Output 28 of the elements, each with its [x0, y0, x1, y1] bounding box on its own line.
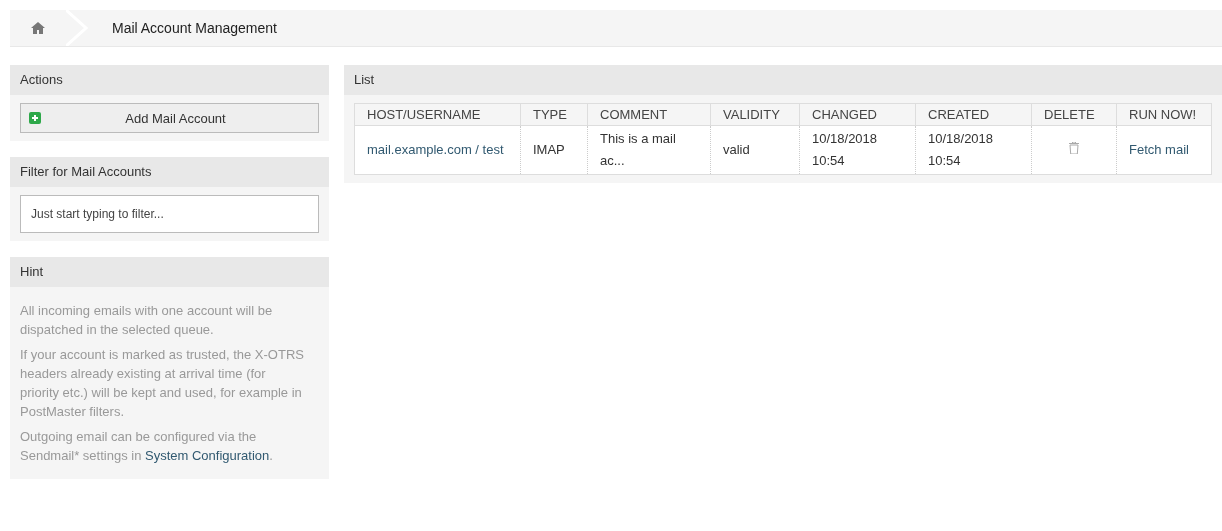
- panel-header: Actions: [10, 65, 329, 95]
- plus-icon: [29, 112, 41, 124]
- table-cell: 10/18/2018 10:54: [799, 125, 916, 175]
- column-header[interactable]: CREATED: [915, 103, 1032, 126]
- home-icon[interactable]: [31, 22, 45, 34]
- hint-text: Outgoing email can be configured via the Sendmail* settings in System Configuration.: [20, 428, 274, 465]
- column-header[interactable]: HOST/USERNAME: [354, 103, 521, 126]
- table-cell: 10/18/2018 10:54: [915, 125, 1032, 175]
- column-header[interactable]: CHANGED: [799, 103, 916, 126]
- column-header[interactable]: DELETE: [1031, 103, 1117, 126]
- hint-text: If your account is marked as trusted, the X-OTRS headers already existing at arrival time (for priority etc.) will be kept and used, for example in PostMaster filters.: [20, 346, 305, 421]
- column-header[interactable]: TYPE: [520, 103, 588, 126]
- panel-header: Filter for Mail Accounts: [10, 157, 329, 187]
- table-cell: This is a mail ac...: [587, 125, 711, 175]
- panel-header: Hint: [10, 257, 329, 287]
- trash-icon[interactable]: [1069, 142, 1079, 154]
- filter-field[interactable]: Just start typing to filter...: [20, 195, 319, 233]
- fetch-mail-link[interactable]: Fetch mail: [1129, 142, 1189, 157]
- panel-header: List: [344, 65, 1222, 95]
- add-mail-account-button[interactable]: Add Mail Account: [20, 103, 319, 133]
- column-header[interactable]: COMMENT: [587, 103, 711, 126]
- breadcrumb-title[interactable]: Mail Account Management: [112, 20, 277, 36]
- column-header[interactable]: VALIDITY: [710, 103, 800, 126]
- table-cell: IMAP: [520, 125, 588, 175]
- column-header[interactable]: RUN NOW!: [1116, 103, 1212, 126]
- hint-text: All incoming emails with one account will be dispatched in the selected queue.: [20, 302, 274, 339]
- host-link[interactable]: mail.example.com / test: [367, 142, 504, 157]
- table-cell: valid: [710, 125, 800, 175]
